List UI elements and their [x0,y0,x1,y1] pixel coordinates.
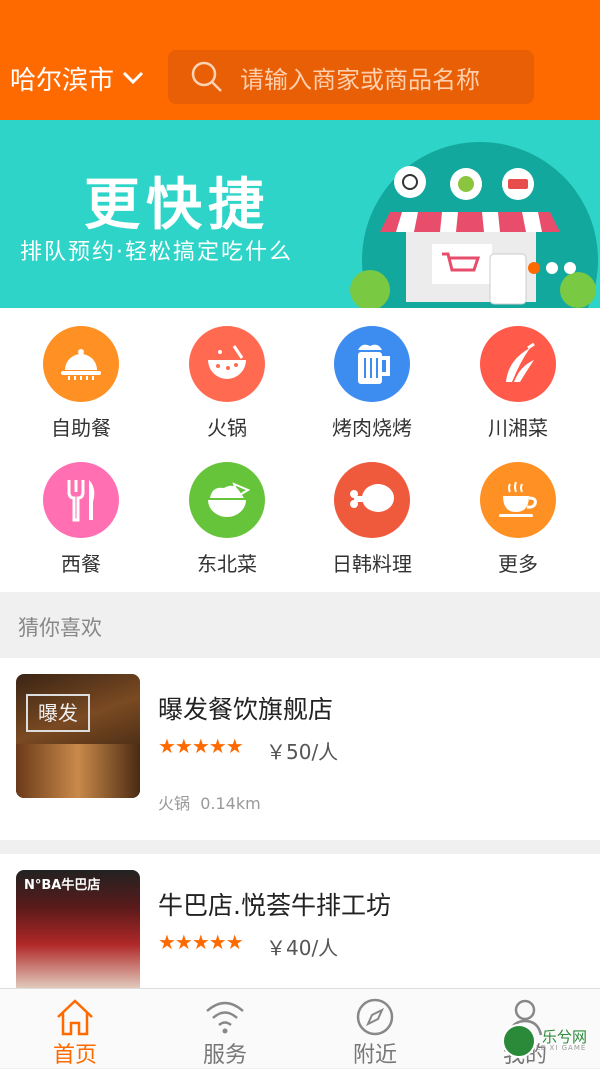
pagination-dot-active [528,262,540,274]
shop-category: 火锅 [158,794,191,813]
home-icon [57,999,93,1036]
chili-pepper-icon [480,326,556,402]
tab-label: 服务 [202,1043,247,1068]
category-label: 日韩料理 [332,552,412,576]
recommend-section-title: 猜你喜欢 [18,616,102,640]
category-label: 东北菜 [197,552,257,576]
watermark-text: 乐兮网 [542,1028,588,1046]
category-label: 自助餐 [51,416,111,440]
rice-bowl-icon [189,462,265,538]
tab-home[interactable]: 首页 [0,989,150,1068]
category-buffet[interactable]: 自助餐 [11,326,151,441]
watermark-logo-icon [502,1024,536,1058]
coffee-cup-icon [480,462,556,538]
search-input[interactable]: 请输入商家或商品名称 [168,50,534,104]
city-label: 哈尔滨市 [10,65,115,96]
rating-stars: ★★★★★ [158,734,244,758]
drumstick-icon [334,462,410,538]
compass-icon [356,998,394,1036]
banner-title: 更快捷 [84,173,270,238]
search-icon [191,61,222,92]
shop-thumbnail: 曝发 [16,674,140,798]
city-selector[interactable]: 哈尔滨市 [10,58,144,98]
shop-card[interactable]: 曝发 曝发餐饮旗舰店 ★★★★★ ￥50/人 火锅 0.14km [0,658,600,840]
banner-pagination [528,262,576,274]
category-label: 川湘菜 [488,416,548,440]
tab-label: 首页 [52,1043,97,1068]
pagination-dot [564,262,576,274]
watermark-subtext: LE XI GAME [536,1044,587,1052]
category-label: 火锅 [207,416,247,440]
avg-price: ￥40/人 [266,936,339,960]
category-bbq[interactable]: 烤肉烧烤 [302,326,442,441]
category-label: 更多 [498,552,538,576]
hotpot-bowl-icon [189,326,265,402]
category-western[interactable]: 西餐 [11,462,151,577]
tab-nearby[interactable]: 附近 [300,989,450,1068]
shop-distance: 0.14km [200,794,261,813]
beer-mug-icon [334,326,410,402]
category-northeast[interactable]: 东北菜 [157,462,297,577]
category-hotpot[interactable]: 火锅 [157,326,297,441]
thumb-sign: 曝发 [26,694,90,732]
category-japanese-korean[interactable]: 日韩料理 [302,462,442,577]
category-more[interactable]: 更多 [448,462,588,577]
category-label: 烤肉烧烤 [332,416,412,440]
rating-stars: ★★★★★ [158,930,244,954]
search-placeholder: 请输入商家或商品名称 [240,65,480,94]
shop-illustration-icon [350,142,598,308]
thumb-interior [16,744,140,798]
shop-name: 牛巴店.悦荟牛排工坊 [158,891,391,920]
avg-price: ￥50/人 [266,740,339,764]
banner-subtitle: 排队预约·轻松搞定吃什么 [20,240,293,265]
shop-meta: 火锅 0.14km [158,790,261,814]
chevron-down-icon [122,71,144,85]
tab-service[interactable]: 服务 [150,989,300,1068]
shop-card[interactable]: N°BA牛巴店 牛巴店.悦荟牛排工坊 ★★★★★ ￥40/人 [0,854,600,988]
tab-label: 附近 [352,1043,397,1068]
category-sichuan-hunan[interactable]: 川湘菜 [448,326,588,441]
top-bar: 哈尔滨市 请输入商家或商品名称 [0,0,600,120]
fork-knife-icon [43,462,119,538]
thumb-sign: N°BA牛巴店 [24,878,101,893]
cloche-icon [43,326,119,402]
promo-banner[interactable]: 更快捷 排队预约·轻松搞定吃什么 [0,120,600,308]
wifi-icon [206,1001,244,1034]
shop-thumbnail: N°BA牛巴店 [16,870,140,988]
watermark-text-block: 乐兮网 LE XI GAME [536,1028,588,1053]
shop-name: 曝发餐饮旗舰店 [158,695,334,724]
category-grid: 自助餐 火锅 烤肉烧烤 川湘菜 西餐 东北菜 日韩料理 更多 [0,308,600,592]
category-label: 西餐 [61,552,101,576]
pagination-dot [546,262,558,274]
site-watermark: 乐兮网 LE XI GAME [502,1024,587,1058]
